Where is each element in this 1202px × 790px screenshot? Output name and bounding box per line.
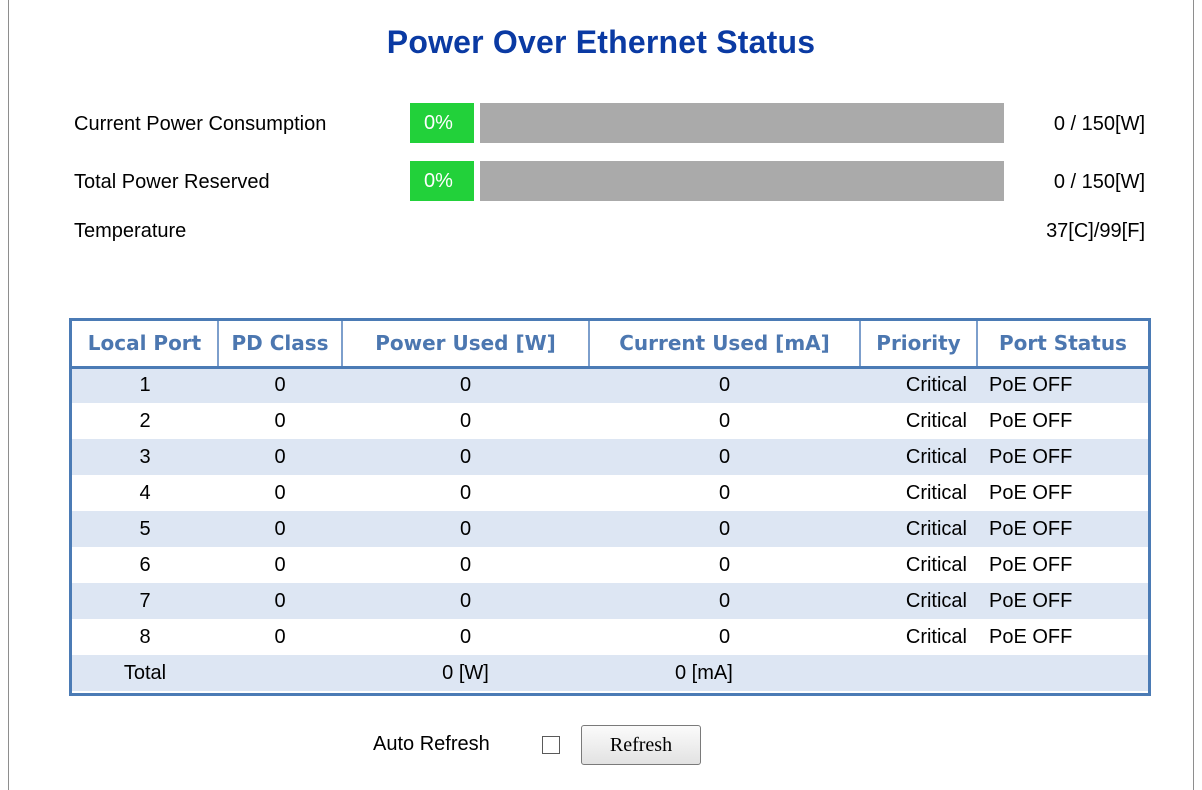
- table-row: 5 0 0 0 Critical PoE OFF: [72, 511, 1148, 547]
- refresh-button[interactable]: Refresh: [581, 725, 701, 765]
- cell-current-used: 0: [589, 547, 860, 583]
- cell-priority: Critical: [860, 403, 977, 439]
- total-empty-cell: [977, 655, 1148, 691]
- column-header-local-port: Local Port: [72, 321, 219, 369]
- table-row: 8 0 0 0 Critical PoE OFF: [72, 619, 1148, 655]
- cell-pd-class: 0: [218, 511, 342, 547]
- total-empty-cell: [218, 655, 342, 691]
- cell-power-used: 0: [342, 475, 589, 511]
- cell-priority: Critical: [860, 583, 977, 619]
- current-power-consumption-bar: 0%: [410, 103, 1004, 143]
- cell-local-port: 3: [72, 439, 218, 475]
- page-title: Power Over Ethernet Status: [386, 24, 816, 60]
- cell-local-port: 2: [72, 403, 218, 439]
- cell-pd-class: 0: [218, 583, 342, 619]
- cell-pd-class: 0: [218, 439, 342, 475]
- cell-power-used: 0: [342, 619, 589, 655]
- table-row: 7 0 0 0 Critical PoE OFF: [72, 583, 1148, 619]
- cell-power-used: 0: [342, 439, 589, 475]
- total-power-reserved-bar: 0%: [410, 161, 1004, 201]
- table-row: 2 0 0 0 Critical PoE OFF: [72, 403, 1148, 439]
- cell-port-status: PoE OFF: [977, 439, 1148, 475]
- refresh-controls: Auto Refresh Refresh: [9, 722, 1193, 772]
- cell-current-used: 0: [589, 439, 860, 475]
- cell-current-used: 0: [589, 475, 860, 511]
- cell-priority: Critical: [860, 475, 977, 511]
- cell-port-status: PoE OFF: [977, 403, 1148, 439]
- column-header-port-status: Port Status: [977, 321, 1148, 369]
- cell-local-port: 1: [72, 367, 218, 403]
- bar-divider: [474, 161, 480, 201]
- total-current-used: 0 [mA]: [589, 655, 860, 691]
- cell-pd-class: 0: [218, 547, 342, 583]
- cell-power-used: 0: [342, 583, 589, 619]
- cell-priority: Critical: [860, 511, 977, 547]
- cell-priority: Critical: [860, 439, 977, 475]
- cell-power-used: 0: [342, 511, 589, 547]
- bar-divider: [474, 103, 480, 143]
- cell-pd-class: 0: [218, 475, 342, 511]
- current-power-consumption-label: Current Power Consumption: [74, 113, 327, 135]
- table-total-row: Total 0 [W] 0 [mA]: [72, 655, 1148, 691]
- cell-local-port: 6: [72, 547, 218, 583]
- current-power-consumption-row: Current Power Consumption 0% 0 / 150[W]: [74, 103, 1150, 143]
- auto-refresh-checkbox[interactable]: [542, 736, 560, 754]
- cell-port-status: PoE OFF: [977, 511, 1148, 547]
- current-power-consumption-percent: 0%: [424, 112, 453, 134]
- column-header-pd-class: PD Class: [218, 321, 343, 369]
- total-empty-cell: [860, 655, 977, 691]
- content-frame: Power Over Ethernet Status Current Power…: [8, 0, 1194, 790]
- total-label: Total: [72, 655, 218, 691]
- auto-refresh-label: Auto Refresh: [373, 733, 490, 755]
- total-power-used: 0 [W]: [342, 655, 589, 691]
- total-power-reserved-percent: 0%: [424, 170, 453, 192]
- cell-current-used: 0: [589, 583, 860, 619]
- table-row: 6 0 0 0 Critical PoE OFF: [72, 547, 1148, 583]
- cell-power-used: 0: [342, 403, 589, 439]
- table-row: 4 0 0 0 Critical PoE OFF: [72, 475, 1148, 511]
- column-header-power-used: Power Used [W]: [342, 321, 590, 369]
- cell-pd-class: 0: [218, 403, 342, 439]
- cell-power-used: 0: [342, 367, 589, 403]
- cell-current-used: 0: [589, 511, 860, 547]
- current-power-consumption-value: 0 / 150[W]: [1053, 113, 1145, 135]
- column-header-current-used: Current Used [mA]: [589, 321, 861, 369]
- temperature-label: Temperature: [74, 220, 187, 242]
- cell-local-port: 4: [72, 475, 218, 511]
- cell-current-used: 0: [589, 367, 860, 403]
- cell-port-status: PoE OFF: [977, 475, 1148, 511]
- cell-current-used: 0: [589, 403, 860, 439]
- temperature-row: Temperature 37[C]/99[F]: [74, 210, 1150, 250]
- cell-pd-class: 0: [218, 619, 342, 655]
- table-row: 3 0 0 0 Critical PoE OFF: [72, 439, 1148, 475]
- cell-local-port: 7: [72, 583, 218, 619]
- cell-port-status: PoE OFF: [977, 547, 1148, 583]
- cell-priority: Critical: [860, 367, 977, 403]
- total-power-reserved-value: 0 / 150[W]: [1053, 171, 1145, 193]
- cell-priority: Critical: [860, 547, 977, 583]
- cell-priority: Critical: [860, 619, 977, 655]
- column-header-priority: Priority: [860, 321, 978, 369]
- cell-port-status: PoE OFF: [977, 619, 1148, 655]
- total-power-reserved-label: Total Power Reserved: [74, 171, 270, 193]
- table-header-row: Local Port PD Class Power Used [W] Curre…: [72, 321, 1148, 369]
- table-row: 1 0 0 0 Critical PoE OFF: [72, 367, 1148, 403]
- cell-pd-class: 0: [218, 367, 342, 403]
- total-power-reserved-row: Total Power Reserved 0% 0 / 150[W]: [74, 161, 1150, 201]
- cell-port-status: PoE OFF: [977, 367, 1148, 403]
- temperature-value: 37[C]/99[F]: [1046, 220, 1145, 242]
- cell-local-port: 5: [72, 511, 218, 547]
- poe-port-table: Local Port PD Class Power Used [W] Curre…: [69, 318, 1151, 696]
- cell-power-used: 0: [342, 547, 589, 583]
- cell-local-port: 8: [72, 619, 218, 655]
- cell-current-used: 0: [589, 619, 860, 655]
- cell-port-status: PoE OFF: [977, 583, 1148, 619]
